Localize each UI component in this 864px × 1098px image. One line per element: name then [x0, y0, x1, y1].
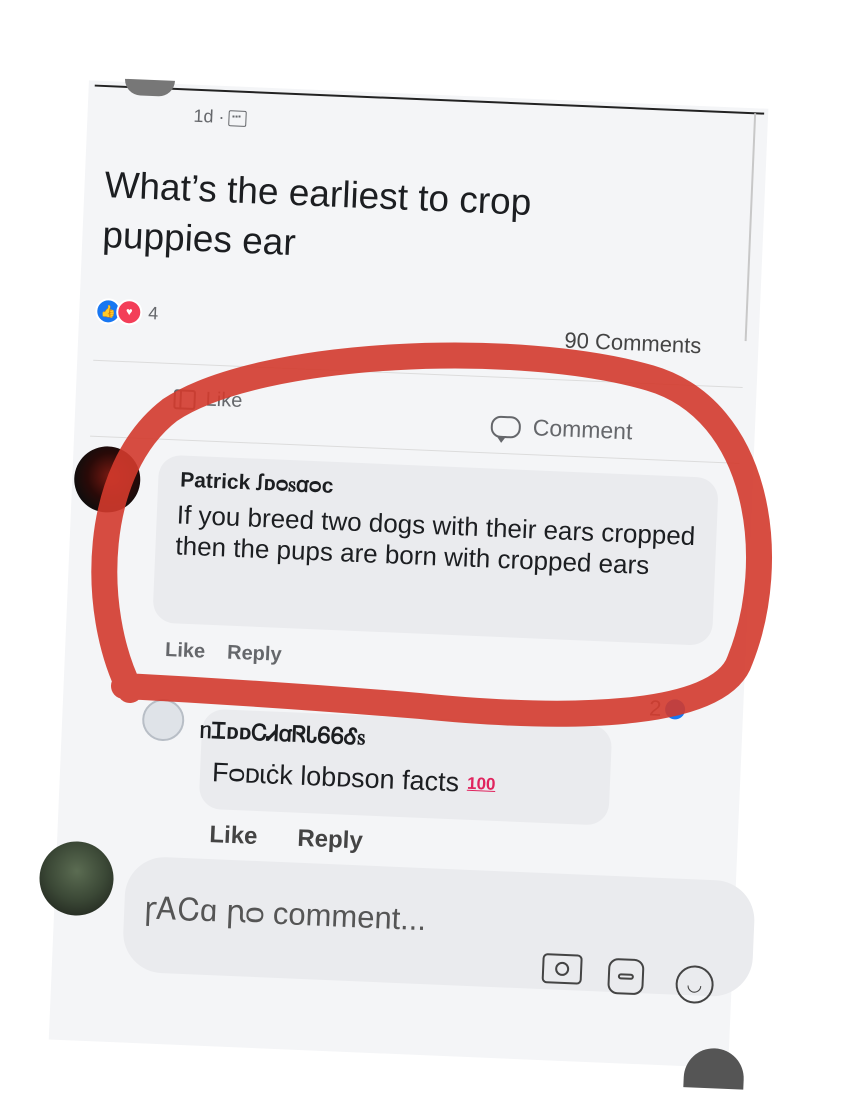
comment-reaction-count[interactable]: 2 [649, 695, 686, 722]
like-button[interactable]: Like [173, 387, 243, 413]
love-reaction-icon: ♥ [115, 298, 143, 326]
like-label: Like [205, 388, 243, 413]
post-time: 1d · [193, 105, 225, 128]
comment-bubble-icon [490, 414, 522, 439]
gif-icon[interactable] [607, 957, 645, 996]
like-reaction-icon [664, 699, 686, 720]
camera-icon[interactable] [541, 953, 583, 985]
comment-like-link[interactable]: Like [165, 639, 206, 664]
comment-reaction-number: 2 [648, 695, 662, 721]
privacy-icon [228, 109, 247, 127]
reply-like-link[interactable]: Like [209, 821, 258, 851]
comment-reply-link[interactable]: Reply [227, 642, 282, 667]
photographed-screen: 1d · What’s the earliest to crop puppies… [0, 0, 864, 1098]
reply-reply-link[interactable]: Reply [297, 825, 363, 856]
hundred-emoji-icon: 100 [466, 773, 496, 794]
reaction-summary[interactable]: 👍 ♥ 4 [94, 297, 159, 327]
post-meta: 1d · [193, 106, 247, 129]
thumb-up-icon [173, 388, 197, 410]
comment-label: Comment [532, 414, 633, 445]
reaction-count: 4 [147, 302, 159, 323]
comment-actions: Like Reply [165, 639, 282, 667]
